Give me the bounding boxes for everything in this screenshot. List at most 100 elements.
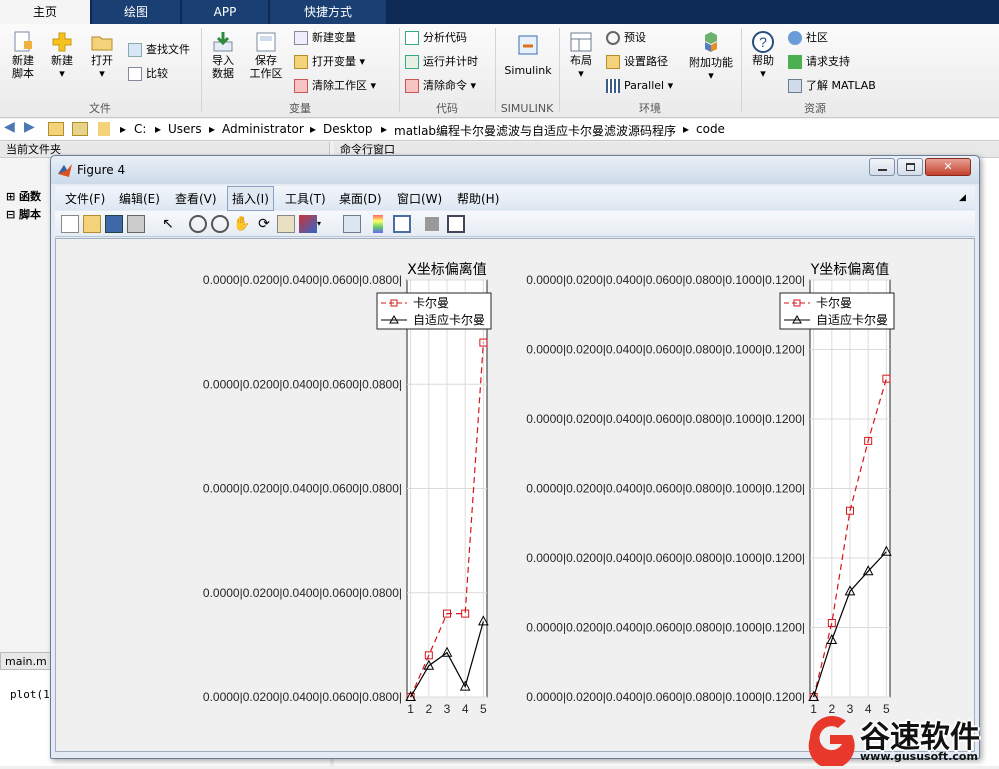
group-divider — [201, 28, 202, 112]
hide-plot-tools-icon[interactable] — [425, 217, 439, 231]
show-plot-tools-icon[interactable] — [447, 215, 465, 233]
breadcrumb-item[interactable]: C: — [134, 122, 146, 136]
data-cursor-icon[interactable] — [277, 215, 295, 233]
legend-icon[interactable] — [393, 215, 411, 233]
clear-commands-button[interactable]: 清除命令 ▾ — [405, 78, 476, 94]
menu-tools[interactable]: 工具(T) — [285, 190, 326, 207]
learn-matlab-link[interactable]: 了解 MATLAB — [788, 78, 876, 94]
rotate-3d-icon[interactable]: ⟳ — [255, 215, 273, 233]
preferences-button[interactable]: 预设 — [606, 30, 646, 46]
x-tick-label: 4 — [462, 702, 469, 716]
breadcrumb-item[interactable]: matlab编程卡尔曼滤波与自适应卡尔曼滤波源码程序 — [394, 122, 676, 139]
maximize-button[interactable] — [897, 158, 923, 176]
find-files-icon — [128, 43, 142, 57]
brush-icon[interactable] — [299, 215, 317, 233]
zoom-in-icon[interactable] — [189, 215, 207, 233]
breadcrumb-sep: ▸ — [683, 122, 690, 136]
menu-window[interactable]: 窗口(W) — [397, 190, 442, 207]
open-button[interactable]: 打开 ▾ — [88, 30, 116, 80]
tab-shortcuts[interactable]: 快捷方式 — [270, 0, 386, 24]
breadcrumb-sep: ▸ — [310, 122, 317, 136]
back-arrow-icon[interactable]: ◀ — [4, 119, 15, 135]
y-tick-label: 0.0000|0.0200|0.0400|0.0600|0.0800| — [203, 586, 402, 600]
menu-desktop[interactable]: 桌面(D) — [339, 190, 382, 207]
zoom-out-icon[interactable] — [211, 215, 229, 233]
up-folder-icon[interactable] — [48, 122, 64, 136]
figure-menubar: 文件(F) 编辑(E) 查看(V) 插入(I) 工具(T) 桌面(D) 窗口(W… — [55, 186, 975, 211]
breadcrumb-sep: ▸ — [209, 122, 216, 136]
run-time-icon — [405, 55, 419, 69]
layout-icon — [570, 32, 592, 52]
addons-button[interactable]: 附加功能 ▾ — [686, 30, 736, 82]
group-divider — [741, 28, 742, 112]
legend: 卡尔曼自适应卡尔曼 — [779, 292, 895, 330]
simulink-button[interactable]: Simulink — [502, 32, 554, 77]
parallel-button[interactable]: Parallel ▾ — [606, 78, 673, 94]
pan-hand-icon[interactable]: ✋ — [233, 215, 251, 233]
x-tick-label: 1 — [407, 702, 414, 716]
run-and-time-button[interactable]: 运行并计时 — [405, 54, 478, 70]
y-tick-label: 0.0000|0.0200|0.0400|0.0600|0.0800|0.100… — [526, 551, 805, 565]
breadcrumb-item[interactable]: Administrator — [222, 122, 304, 136]
find-files-button[interactable]: 查找文件 — [128, 42, 190, 58]
y-tick-label: 0.0000|0.0200|0.0400|0.0600|0.0800|0.100… — [526, 621, 805, 635]
colorbar-icon[interactable] — [373, 215, 383, 233]
new-figure-icon[interactable] — [61, 215, 79, 233]
menu-view[interactable]: 查看(V) — [175, 190, 217, 207]
eraser-icon — [294, 79, 308, 93]
y-tick-label: 0.0000|0.0200|0.0400|0.0600|0.0800| — [203, 377, 402, 391]
new-script-button[interactable]: 新建 脚本 — [6, 30, 40, 80]
figure-toolbar: ↖ ✋ ⟳ ▾ — [55, 211, 975, 237]
layout-button[interactable]: 布局 ▾ — [566, 30, 596, 80]
simulink-icon — [518, 35, 538, 55]
group-label-code: 代码 — [436, 102, 458, 115]
breadcrumb-item[interactable]: Desktop — [323, 122, 373, 136]
new-variable-button[interactable]: 新建变量 — [294, 30, 356, 46]
browse-folder-icon[interactable] — [72, 122, 88, 136]
legend-label: 自适应卡尔曼 — [816, 312, 888, 327]
x-tick-label: 3 — [444, 702, 451, 716]
open-variable-button[interactable]: 打开变量 ▾ — [294, 54, 365, 70]
open-file-icon[interactable] — [83, 215, 101, 233]
new-button[interactable]: 新建 ▾ — [48, 30, 76, 80]
compare-button[interactable]: 比较 — [128, 66, 168, 82]
import-data-button[interactable]: 导入 数据 — [206, 30, 240, 80]
breadcrumb-item[interactable]: Users — [168, 122, 202, 136]
set-path-button[interactable]: 设置路径 — [606, 54, 668, 70]
figure-titlebar[interactable]: Figure 4 ✕ — [51, 156, 979, 184]
community-link[interactable]: 社区 — [788, 30, 828, 46]
analyze-code-button[interactable]: 分析代码 — [405, 30, 467, 46]
close-button[interactable]: ✕ — [925, 158, 971, 176]
save-icon[interactable] — [105, 215, 123, 233]
tree-item-functions[interactable]: ⊞ 函数 — [6, 188, 41, 204]
link-plot-icon[interactable] — [343, 215, 361, 233]
minimize-button[interactable] — [869, 158, 895, 176]
save-workspace-icon — [256, 32, 276, 52]
help-button[interactable]: ? 帮助 ▾ — [748, 30, 778, 80]
menu-help[interactable]: 帮助(H) — [457, 190, 499, 207]
breadcrumb-item[interactable]: code — [696, 122, 725, 136]
tab-home[interactable]: 主页 — [0, 0, 90, 24]
save-workspace-button[interactable]: 保存 工作区 — [246, 30, 286, 80]
tree-item-scripts[interactable]: ⊟ 脚本 — [6, 206, 41, 222]
menu-file[interactable]: 文件(F) — [65, 190, 105, 207]
addons-cubes-icon — [705, 32, 717, 52]
parallel-icon — [606, 79, 620, 93]
menu-overflow-icon[interactable]: ◢ — [959, 193, 966, 203]
pointer-icon[interactable]: ↖ — [159, 215, 177, 233]
menu-edit[interactable]: 编辑(E) — [119, 190, 160, 207]
editor-tab[interactable]: main.m — [0, 652, 52, 670]
legend-label: 卡尔曼 — [816, 295, 852, 310]
tab-plots[interactable]: 绘图 — [92, 0, 180, 24]
request-support-link[interactable]: 请求支持 — [788, 54, 850, 70]
figure-window: Figure 4 ✕ 文件(F) 编辑(E) 查看(V) 插入(I) 工具(T)… — [50, 155, 980, 759]
address-bar: ◀ ▶ ▸ C: ▸ Users ▸ Administrator ▸ Deskt… — [0, 119, 999, 141]
eraser-icon — [405, 79, 419, 93]
forward-arrow-icon[interactable]: ▶ — [24, 119, 35, 135]
clear-workspace-button[interactable]: 清除工作区 ▾ — [294, 78, 376, 94]
y-tick-label: 0.0000|0.0200|0.0400|0.0600|0.0800|0.100… — [526, 412, 805, 426]
print-icon[interactable] — [127, 215, 145, 233]
menu-insert[interactable]: 插入(I) — [227, 186, 274, 211]
tab-apps[interactable]: APP — [182, 0, 268, 24]
chevron-down-icon[interactable]: ▾ — [317, 215, 327, 233]
